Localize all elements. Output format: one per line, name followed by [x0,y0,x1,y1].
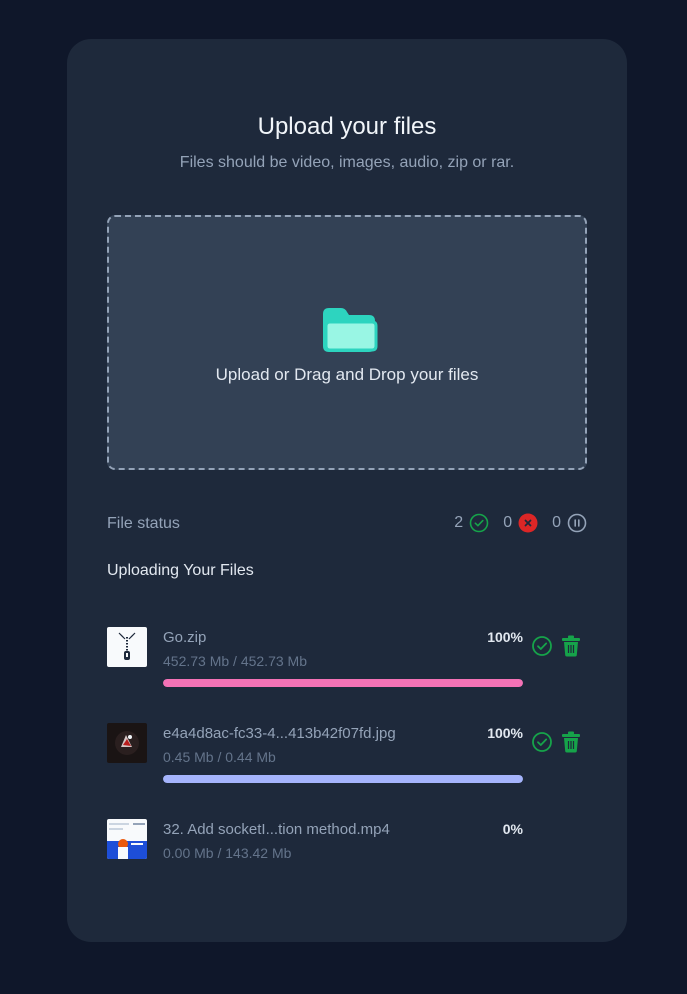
file-name: 32. Add socketI...tion method.mp4 [163,821,390,838]
file-item: Go.zip 452.73 Mb / 452.73 Mb 100% [107,627,587,691]
file-name: Go.zip [163,629,207,646]
file-size: 0.45 Mb / 0.44 Mb [163,749,276,765]
file-item: e4a4d8ac-fc33-4...413b42f07fd.jpg 0.45 M… [107,723,587,787]
failed-count-group: 0 [503,513,538,533]
zip-file-icon [107,627,147,667]
image-thumbnail [107,723,147,763]
completed-count: 2 [454,514,464,531]
page-subtitle: Files should be video, images, audio, zi… [179,154,515,171]
check-circle-icon [469,513,489,533]
file-status-row: File status 2 0 0 [107,513,587,535]
trash-icon[interactable] [561,731,581,753]
paused-count: 0 [552,514,561,531]
check-circle-icon [532,636,552,656]
trash-icon[interactable] [561,635,581,657]
file-size: 0.00 Mb / 143.42 Mb [163,845,292,861]
check-circle-icon [532,732,552,752]
progress-bar [163,679,523,687]
file-percent: 100% [487,629,523,645]
failed-count: 0 [503,514,513,531]
uploads-section-title: Uploading Your Files [107,562,254,579]
page-title: Upload your files [257,113,437,140]
status-counts: 2 0 0 [440,513,587,533]
video-thumbnail [107,819,147,859]
completed-count-group: 2 [454,513,489,533]
file-percent: 0% [502,821,523,837]
folder-open-icon [323,308,378,352]
paused-count-group: 0 [552,513,587,533]
pause-circle-icon [567,513,587,533]
progress-bar [163,775,523,783]
file-percent: 100% [487,725,523,741]
file-name: e4a4d8ac-fc33-4...413b42f07fd.jpg [163,725,396,742]
dropzone-label: Upload or Drag and Drop your files [215,365,479,384]
file-item: 32. Add socketI...tion method.mp4 0.00 M… [107,819,587,883]
file-actions [531,731,581,753]
upload-card: Upload your files Files should be video,… [67,39,627,942]
file-size: 452.73 Mb / 452.73 Mb [163,653,307,669]
upload-dropzone[interactable]: Upload or Drag and Drop your files [107,215,587,470]
file-status-label: File status [107,515,180,532]
progress-fill [163,679,523,687]
error-circle-icon [518,513,538,533]
file-actions [531,635,581,657]
progress-fill [163,775,523,783]
